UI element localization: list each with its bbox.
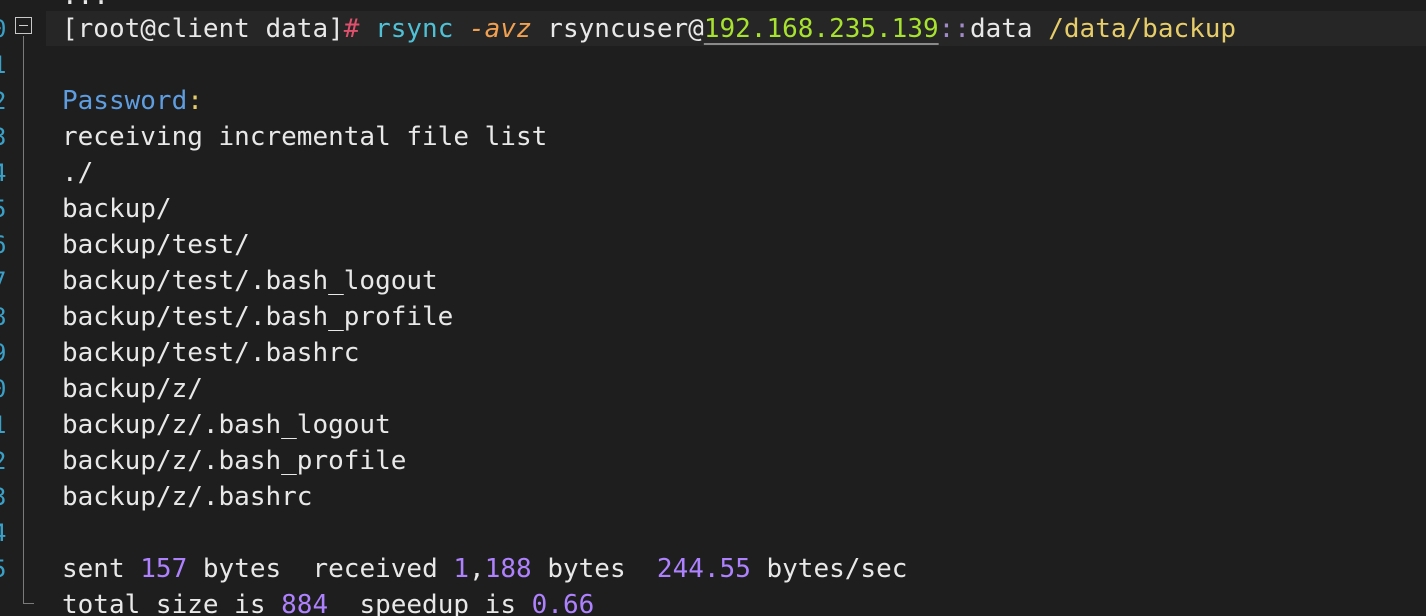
bytes-label: bytes: [547, 554, 626, 584]
command-host-link[interactable]: 192.168.235.139: [704, 14, 939, 44]
line-number: 3: [0, 119, 6, 155]
line-number: 2: [0, 443, 6, 479]
speedup-label: speedup is: [359, 590, 516, 616]
command-flags: -avz: [469, 14, 532, 44]
gutter: 0 1 2 3 4 5 6 7 8 9 0 1 2 3 4 5: [0, 0, 46, 616]
output-line: backup/test/.bash_profile: [62, 302, 454, 332]
code-editor[interactable]: ... 0 1 2 3 4 5 6 7 8 9 0 1 2 3 4 5 [roo…: [0, 0, 1426, 616]
command-user: rsyncuser@: [547, 14, 704, 44]
line-number: 4: [0, 515, 6, 551]
output-line: backup/: [62, 194, 172, 224]
received-value-units: 188: [484, 554, 532, 584]
output-line: backup/z/: [62, 374, 203, 404]
output-line: backup/test/: [62, 230, 250, 260]
line-number: 5: [0, 551, 6, 587]
command-module: data: [969, 14, 1033, 44]
total-size-value: 884: [281, 590, 329, 616]
prompt-hash: #: [343, 14, 360, 44]
line-number: 1: [0, 47, 6, 83]
rate-unit: bytes/sec: [766, 554, 908, 584]
bytes-label: bytes: [202, 554, 282, 584]
rate-value: 244.55: [656, 554, 751, 584]
output-line: backup/test/.bash_logout: [62, 266, 438, 296]
total-size-label: total size is: [62, 590, 266, 616]
line-number: 2: [0, 83, 6, 119]
speedup-value: 0.66: [531, 590, 595, 616]
output-line: ./: [62, 158, 94, 188]
shell-prompt: [root@client data]: [62, 14, 344, 44]
output-line: receiving incremental file list: [62, 122, 548, 152]
received-comma: ,: [469, 554, 485, 584]
fold-collapse-icon[interactable]: [15, 17, 32, 34]
line-number: 7: [0, 263, 6, 299]
line-number: 6: [0, 227, 6, 263]
output-line: backup/z/.bashrc: [62, 482, 313, 512]
received-label: received: [312, 554, 438, 584]
sent-value: 157: [140, 554, 188, 584]
output-line: backup/z/.bash_logout: [62, 410, 391, 440]
line-number: 0: [0, 371, 6, 407]
output-line: backup/z/.bash_profile: [62, 446, 407, 476]
received-value-thousands: 1: [453, 554, 470, 584]
line-number: 8: [0, 299, 6, 335]
output-line: backup/test/.bashrc: [62, 338, 360, 368]
password-colon: :: [187, 86, 203, 116]
command-destination: /data/backup: [1048, 14, 1237, 44]
command-separator: ::: [938, 14, 970, 44]
fold-guide-line: [23, 36, 24, 604]
line-number: 0: [0, 11, 6, 47]
totals-line: total size is 884 speedup is 0.66: [62, 587, 594, 616]
command-line[interactable]: [root@client data]# rsync -avz rsyncuser…: [62, 11, 1236, 47]
line-number: 9: [0, 335, 6, 371]
line-number: 1: [0, 407, 6, 443]
line-number: 5: [0, 191, 6, 227]
password-prompt-line: Password:: [62, 83, 203, 119]
command-program: rsync: [375, 14, 454, 44]
fold-guide-end: [23, 603, 34, 604]
line-number: 3: [0, 479, 6, 515]
transfer-summary-line: sent 157 bytes received 1,188 bytes 244.…: [62, 551, 907, 587]
sent-label: sent: [62, 554, 125, 584]
line-number: 4: [0, 155, 6, 191]
password-label: Password: [62, 86, 188, 116]
